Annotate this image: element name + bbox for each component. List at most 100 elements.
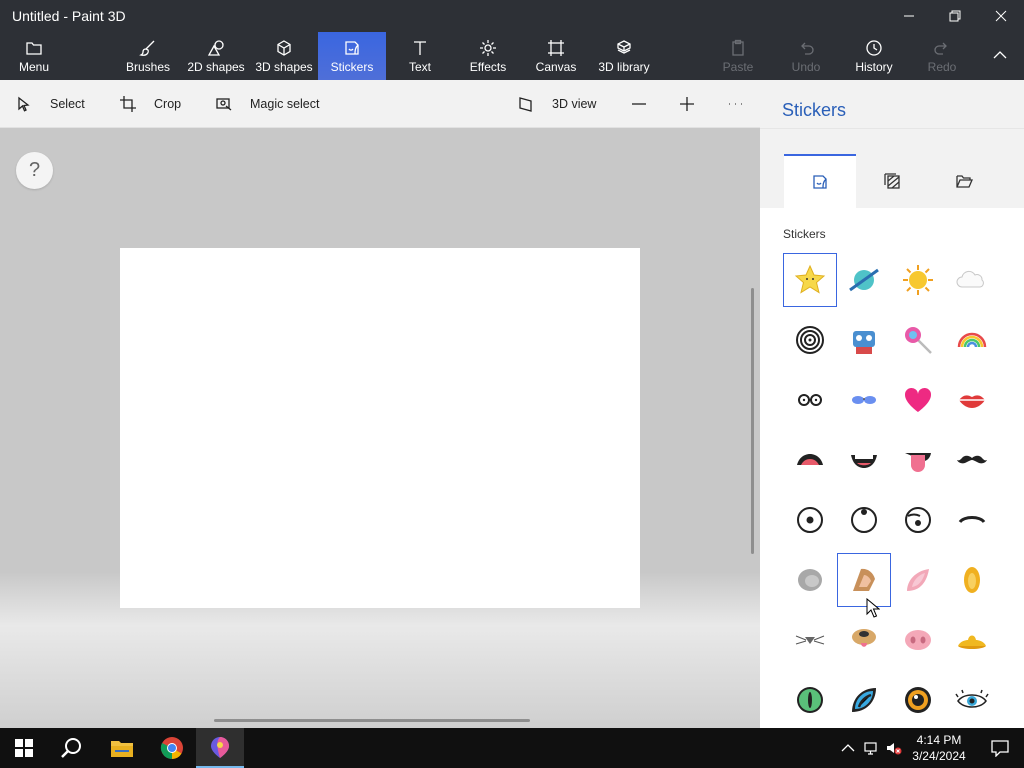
vertical-scrollbar[interactable] [751,288,754,554]
zoom-in-button[interactable] [679,80,695,128]
eye-sad-sticker[interactable] [891,493,945,547]
mustache-sticker[interactable] [945,433,999,487]
network-icon[interactable] [864,740,880,756]
tab-custom-sticker[interactable] [928,154,1000,208]
eye-up-sticker[interactable] [837,493,891,547]
lashed-eye-sticker[interactable] [945,673,999,727]
volume-muted-icon[interactable] [886,740,902,756]
eye-sticker[interactable] [783,493,837,547]
tab-3d-shapes[interactable]: 3D shapes [254,32,314,80]
chrome-button[interactable] [148,728,196,768]
start-button[interactable] [0,728,48,768]
blue-cat-eye-sticker[interactable] [837,673,891,727]
menu-button[interactable]: Menu [6,32,62,80]
orange-eye-sticker-icon [905,687,931,713]
file-explorer-button[interactable] [98,728,146,768]
robot-sticker-icon [853,331,875,354]
grin-sticker[interactable] [837,433,891,487]
clock[interactable]: 4:14 PM 3/24/2024 [904,732,974,764]
rainbow-sticker[interactable] [945,313,999,367]
cube-icon [277,40,291,56]
crop-icon [120,96,136,112]
open-mouth-sticker[interactable] [783,433,837,487]
heart-sticker[interactable] [891,373,945,427]
tab-stickers-panel[interactable] [784,154,856,208]
cloud-sticker-icon [956,270,984,288]
robot-sticker[interactable] [837,313,891,367]
crop-button[interactable]: Crop [120,80,181,128]
mouse-cursor-icon [866,598,880,618]
select-button[interactable]: Select [16,80,85,128]
tab-textures[interactable] [856,154,928,208]
history-button[interactable]: History [846,32,902,80]
cloud-sticker[interactable] [945,253,999,307]
sun-sticker[interactable] [891,253,945,307]
dog-ear-sticker[interactable] [837,553,891,607]
sunglasses-sticker-icon [852,396,876,404]
planet-sticker[interactable] [837,253,891,307]
dog-nose-sticker[interactable] [837,613,891,667]
close-button[interactable] [978,0,1024,32]
window-title: Untitled - Paint 3D [12,8,126,24]
paint-3d-taskbar-button[interactable] [196,728,244,768]
star-sticker[interactable] [783,253,837,307]
tab-text[interactable]: Text [394,32,446,80]
chrome-icon [160,737,183,759]
rainbow-sticker-icon [957,332,987,348]
tab-2d-shapes[interactable]: 2D shapes [186,32,246,80]
canvas[interactable] [120,248,640,608]
sunglasses-sticker[interactable] [837,373,891,427]
duck-beak-sticker[interactable] [945,613,999,667]
chevron-up-icon[interactable] [840,740,856,756]
sticker-icon [813,175,827,189]
duck-beak-sticker-icon [958,635,986,649]
paste-button[interactable]: Paste [712,32,764,80]
dog-ear-sticker-icon [853,568,875,591]
tongue-sticker[interactable] [891,433,945,487]
pig-nose-sticker[interactable] [891,613,945,667]
tab-stickers[interactable]: Stickers [318,32,386,80]
search-button[interactable] [48,728,96,768]
closed-eye-sticker[interactable] [945,493,999,547]
pink-ear-sticker[interactable] [891,553,945,607]
lips-sticker[interactable] [945,373,999,427]
library-icon [617,40,631,54]
whisker-nose-sticker[interactable] [783,613,837,667]
undo-button[interactable]: Undo [780,32,832,80]
title-bar: Untitled - Paint 3D [0,0,1024,32]
3d-view-button[interactable]: 3D view [518,80,596,128]
tab-brushes[interactable]: Brushes [118,32,178,80]
restore-button[interactable] [932,0,978,32]
spiral-sticker[interactable] [783,313,837,367]
horizontal-scrollbar[interactable] [214,719,530,722]
gray-ear-sticker[interactable] [783,553,837,607]
grin-sticker-icon [851,455,877,468]
help-button[interactable]: ? [16,152,53,189]
eye-sticker-icon [797,507,823,533]
spiral-sticker-icon [796,326,824,354]
select-cursor-icon [18,96,30,112]
section-label: Stickers [783,227,826,241]
panel-title: Stickers [782,100,847,120]
magic-select-button[interactable]: Magic select [216,80,319,128]
glasses-sticker[interactable] [783,373,837,427]
tab-effects[interactable]: Effects [460,32,516,80]
pig-nose-sticker-icon [905,630,931,650]
minus-icon [632,103,646,105]
action-center-button[interactable] [976,728,1024,768]
text-icon [414,41,426,55]
collapse-ribbon-button[interactable] [980,32,1020,80]
green-cat-eye-sticker[interactable] [783,673,837,727]
lollipop-sticker[interactable] [891,313,945,367]
minimize-button[interactable] [886,0,932,32]
orange-eye-sticker[interactable] [891,673,945,727]
tab-3d-library[interactable]: 3D library [594,32,654,80]
redo-button[interactable]: Redo [916,32,968,80]
tab-canvas[interactable]: Canvas [528,32,584,80]
more-options-button[interactable] [727,80,743,128]
yellow-ear-sticker[interactable] [945,553,999,607]
tongue-sticker-icon [905,453,931,472]
folder-icon [26,42,42,55]
zoom-out-button[interactable] [631,80,647,128]
more-icon [729,103,742,105]
